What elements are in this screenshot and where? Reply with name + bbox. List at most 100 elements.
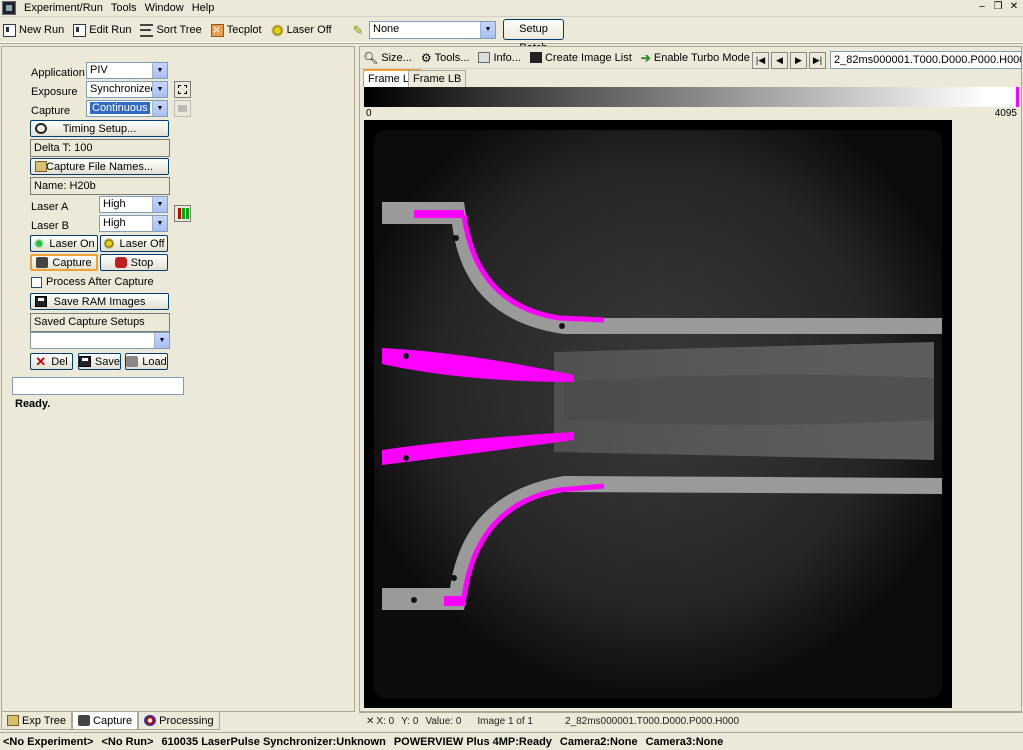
synchronizer-status: 610035 LaserPulse Synchronizer:Unknown bbox=[161, 735, 386, 748]
capture-preview-button[interactable] bbox=[174, 100, 191, 117]
minimize-icon[interactable]: – bbox=[975, 1, 989, 14]
menu-tools[interactable]: Tools bbox=[107, 2, 141, 14]
application-select[interactable]: PIV ▼ bbox=[86, 62, 168, 79]
image-index: Image 1 of 1 bbox=[477, 716, 533, 727]
fiducial-mark bbox=[403, 455, 409, 461]
create-image-list-button[interactable]: Create Image List bbox=[527, 52, 638, 64]
enable-turbo-mode-button[interactable]: ➔ Enable Turbo Mode bbox=[638, 51, 756, 65]
folder-icon bbox=[35, 161, 47, 172]
processing-icon bbox=[144, 715, 157, 726]
lower-inlet-saturation bbox=[444, 596, 466, 606]
chevron-down-icon[interactable]: ▼ bbox=[152, 82, 167, 97]
chevron-down-icon[interactable]: ▼ bbox=[152, 216, 167, 231]
laser-levels-button[interactable] bbox=[174, 205, 191, 222]
camera1-status: POWERVIEW Plus 4MP:Ready bbox=[393, 735, 552, 748]
image-panel: 🔍︎ Size... ⚙ Tools... Info... Create Ima… bbox=[359, 46, 1022, 712]
application-label: Application bbox=[31, 67, 85, 79]
menu-help[interactable]: Help bbox=[188, 2, 219, 14]
pen-icon: ✎ bbox=[352, 22, 364, 38]
tecplot-icon bbox=[210, 22, 224, 37]
camera2-status: Camera2:None bbox=[559, 735, 638, 748]
cursor-y: Y: 0 bbox=[401, 716, 419, 727]
load-icon bbox=[126, 356, 139, 367]
process-after-capture-checkbox[interactable] bbox=[31, 277, 42, 288]
menu-window[interactable]: Window bbox=[141, 2, 188, 14]
colorbar bbox=[364, 87, 1020, 107]
image-status-bar: ✕ X: 0 Y: 0 Value: 0 Image 1 of 1 2_82ms… bbox=[359, 712, 1022, 730]
last-frame-button[interactable]: ▶| bbox=[809, 52, 826, 69]
skip-last-icon: ▶| bbox=[812, 55, 823, 65]
info-button[interactable]: Info... bbox=[475, 52, 527, 64]
chevron-down-icon[interactable]: ▼ bbox=[480, 22, 495, 38]
laser-icon bbox=[270, 23, 284, 37]
laser-a-select[interactable]: High ▼ bbox=[99, 196, 168, 213]
tab-frame-lb[interactable]: Frame LB bbox=[408, 70, 467, 87]
fiducial-mark bbox=[403, 353, 409, 359]
level-bar-icon bbox=[182, 208, 185, 219]
process-after-capture-label: Process After Capture bbox=[46, 276, 154, 288]
colorbar-max-label: 4095 bbox=[994, 108, 1017, 119]
next-frame-button[interactable]: ▶ bbox=[790, 52, 807, 69]
level-bar-icon bbox=[178, 208, 181, 219]
piv-image-view[interactable] bbox=[364, 120, 952, 708]
colorbar-saturation-marker bbox=[1016, 87, 1019, 107]
menu-bar: Experiment/Run Tools Window Help – ❐ ✕ bbox=[0, 0, 1023, 17]
laser-off-toolbar-button[interactable]: Laser Off bbox=[268, 19, 338, 41]
tab-processing[interactable]: Processing bbox=[138, 712, 220, 730]
sort-tree-button[interactable]: Sort Tree bbox=[137, 19, 207, 41]
exposure-region-button[interactable] bbox=[174, 81, 191, 98]
jet-core bbox=[564, 374, 934, 425]
piv-image bbox=[374, 130, 942, 698]
exposure-select[interactable]: Synchronized ▼ bbox=[86, 81, 168, 98]
capture-mode-select[interactable]: Continuous ▼ bbox=[86, 100, 168, 117]
close-icon[interactable]: ✕ bbox=[366, 716, 374, 727]
tab-capture[interactable]: Capture bbox=[72, 712, 139, 730]
laser-off-button[interactable]: Laser Off bbox=[100, 235, 168, 252]
window-controls: – ❐ ✕ bbox=[975, 1, 1021, 14]
delete-setup-button[interactable]: ✕ Del bbox=[30, 353, 73, 370]
fiducial-mark bbox=[559, 323, 565, 329]
size-button[interactable]: 🔍︎ Size... bbox=[360, 51, 418, 65]
folder-icon bbox=[7, 715, 19, 726]
saved-setups-select[interactable]: ▼ bbox=[30, 332, 170, 349]
edit-run-icon bbox=[73, 23, 87, 37]
tecplot-button[interactable]: Tecplot bbox=[208, 19, 268, 41]
laser-on-button[interactable]: Laser On bbox=[30, 235, 98, 252]
save-icon bbox=[35, 296, 47, 307]
capture-button[interactable]: Capture bbox=[30, 254, 98, 271]
fiducial-mark bbox=[451, 575, 457, 581]
tab-exp-tree[interactable]: Exp Tree bbox=[1, 712, 73, 730]
chevron-down-icon[interactable]: ▼ bbox=[154, 333, 169, 348]
chevron-down-icon[interactable]: ▼ bbox=[152, 101, 167, 116]
new-run-button[interactable]: New Run bbox=[0, 19, 70, 41]
frame-file-input[interactable]: 2_82ms000001.T000.D000.P000.H000 bbox=[830, 51, 1022, 69]
laser-b-label: Laser B bbox=[31, 220, 69, 232]
menu-experiment-run[interactable]: Experiment/Run bbox=[20, 2, 107, 14]
message-input[interactable] bbox=[12, 377, 184, 395]
save-ram-images-button[interactable]: Save RAM Images bbox=[30, 293, 169, 310]
load-setup-button[interactable]: Load bbox=[125, 353, 168, 370]
previous-frame-button[interactable]: ◀ bbox=[771, 52, 788, 69]
camera-icon bbox=[36, 257, 49, 268]
clock-icon bbox=[35, 123, 47, 134]
stop-button[interactable]: Stop bbox=[100, 254, 168, 271]
fiducial-mark bbox=[453, 235, 459, 241]
tools-button[interactable]: ⚙ Tools... bbox=[418, 51, 476, 65]
batch-select[interactable]: None ▼ bbox=[369, 21, 496, 39]
experiment-status: <No Experiment> bbox=[3, 735, 94, 748]
capture-file-names-button[interactable]: Capture File Names... bbox=[30, 158, 169, 175]
setup-batch-button[interactable]: Setup Batch bbox=[503, 19, 564, 54]
chevron-down-icon[interactable]: ▼ bbox=[152, 63, 167, 78]
saved-capture-setups-field: Saved Capture Setups bbox=[30, 313, 170, 332]
chevron-down-icon[interactable]: ▼ bbox=[152, 197, 167, 212]
first-frame-button[interactable]: |◀ bbox=[752, 52, 769, 69]
laser-b-select[interactable]: High ▼ bbox=[99, 215, 168, 232]
camera-icon bbox=[78, 715, 91, 726]
save-setup-button[interactable]: Save bbox=[78, 353, 121, 370]
restore-icon[interactable]: ❐ bbox=[991, 1, 1005, 14]
timing-setup-button[interactable]: Timing Setup... bbox=[30, 120, 169, 137]
edit-run-button[interactable]: Edit Run bbox=[70, 19, 137, 41]
image-margin bbox=[952, 120, 1020, 708]
close-icon[interactable]: ✕ bbox=[1007, 1, 1021, 14]
camera3-status: Camera3:None bbox=[645, 735, 724, 748]
